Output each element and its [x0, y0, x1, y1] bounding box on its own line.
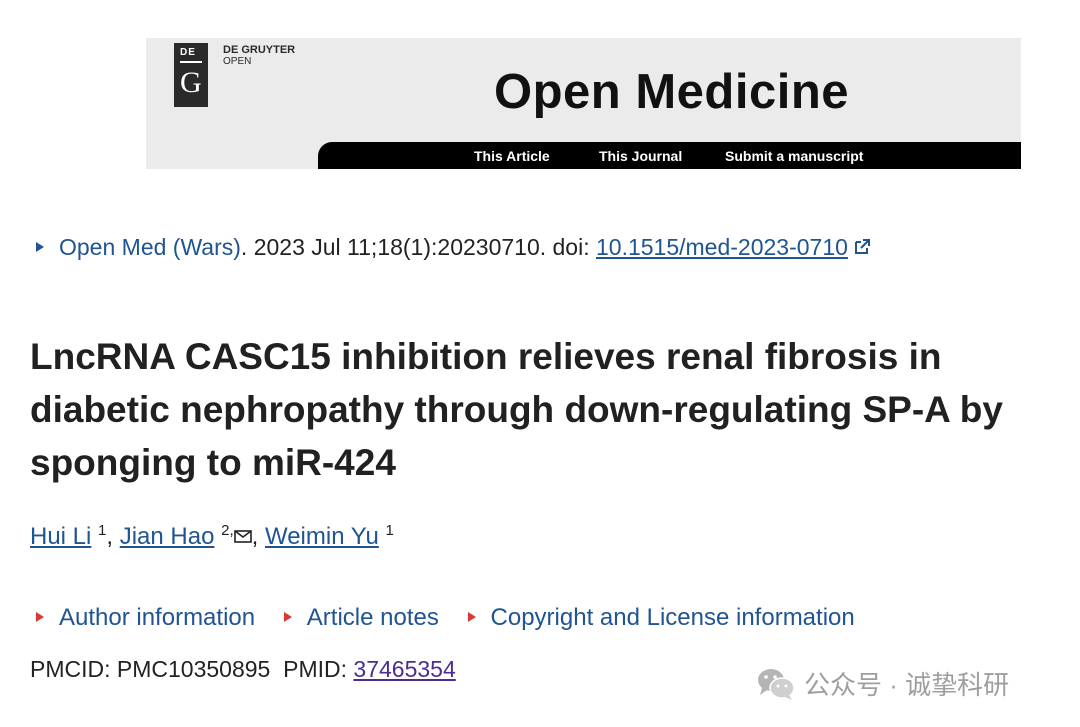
author-separator: , [106, 523, 120, 550]
article-title: LncRNA CASC15 inhibition relieves renal … [30, 336, 1003, 483]
journal-navbar: This Article This Journal Submit a manus… [318, 142, 1021, 169]
author-link[interactable]: Hui Li [30, 523, 91, 550]
logo-bar [180, 61, 202, 63]
wechat-icon [758, 668, 795, 700]
copyright-license-label[interactable]: Copyright and License information [491, 604, 855, 631]
journal-title: Open Medicine [494, 65, 850, 119]
publisher-name: DE GRUYTER OPEN [223, 44, 296, 68]
expand-triangle-icon[interactable] [36, 242, 44, 252]
article-notes-toggle[interactable]: Article notes [283, 604, 439, 631]
journal-link[interactable]: Open Med (Wars) [59, 234, 241, 260]
author-information-toggle[interactable]: Author information [36, 604, 255, 631]
publisher-line2: OPEN [223, 56, 252, 67]
expander-row: Author information Article notes Copyrig… [36, 604, 877, 632]
article-ids: PMCID: PMC10350895 PMID: 37465354 [30, 656, 456, 683]
author-affiliation: 2, [221, 522, 234, 539]
watermark-text: 公众号 · 诚挚科研 [804, 670, 1010, 700]
doi-link[interactable]: 10.1515/med-2023-0710 [596, 234, 848, 260]
mail-icon[interactable] [233, 530, 252, 543]
author-link[interactable]: Weimin Yu [265, 523, 379, 550]
pmcid: PMCID: PMC10350895 [30, 656, 271, 682]
expand-triangle-icon [283, 612, 292, 622]
expand-triangle-icon [467, 612, 476, 622]
article-notes-label[interactable]: Article notes [307, 604, 439, 631]
pmid-link[interactable]: 37465354 [353, 656, 455, 682]
publisher-line1: DE GRUYTER [223, 44, 296, 56]
de-gruyter-logo: DE G [174, 43, 208, 107]
author-information-label[interactable]: Author information [59, 604, 255, 631]
external-link-icon[interactable] [852, 237, 872, 257]
author-link[interactable]: Jian Hao [120, 523, 215, 550]
nav-submit-manuscript[interactable]: Submit a manuscript [725, 148, 863, 164]
nav-this-article[interactable]: This Article [474, 148, 550, 164]
citation-line: Open Med (Wars). 2023 Jul 11;18(1):20230… [36, 234, 872, 261]
nav-this-journal[interactable]: This Journal [599, 148, 682, 164]
logo-de-text: DE [180, 47, 196, 58]
author-affiliation: 1 [385, 522, 394, 539]
logo-g-text: G [180, 66, 202, 99]
pmid-label: PMID: [283, 656, 354, 682]
watermark: 公众号 · 诚挚科研 [756, 665, 1009, 702]
citation-details: . 2023 Jul 11;18(1):20230710. doi: [240, 234, 596, 260]
copyright-license-toggle[interactable]: Copyright and License information [467, 604, 855, 631]
expand-triangle-icon [36, 612, 44, 622]
author-list: Hui Li 1, Jian Hao 2,, Weimin Yu 1 [30, 522, 394, 551]
journal-banner: DE G DE GRUYTER OPEN Open Medicine This … [146, 38, 1021, 169]
author-separator: , [251, 523, 265, 550]
